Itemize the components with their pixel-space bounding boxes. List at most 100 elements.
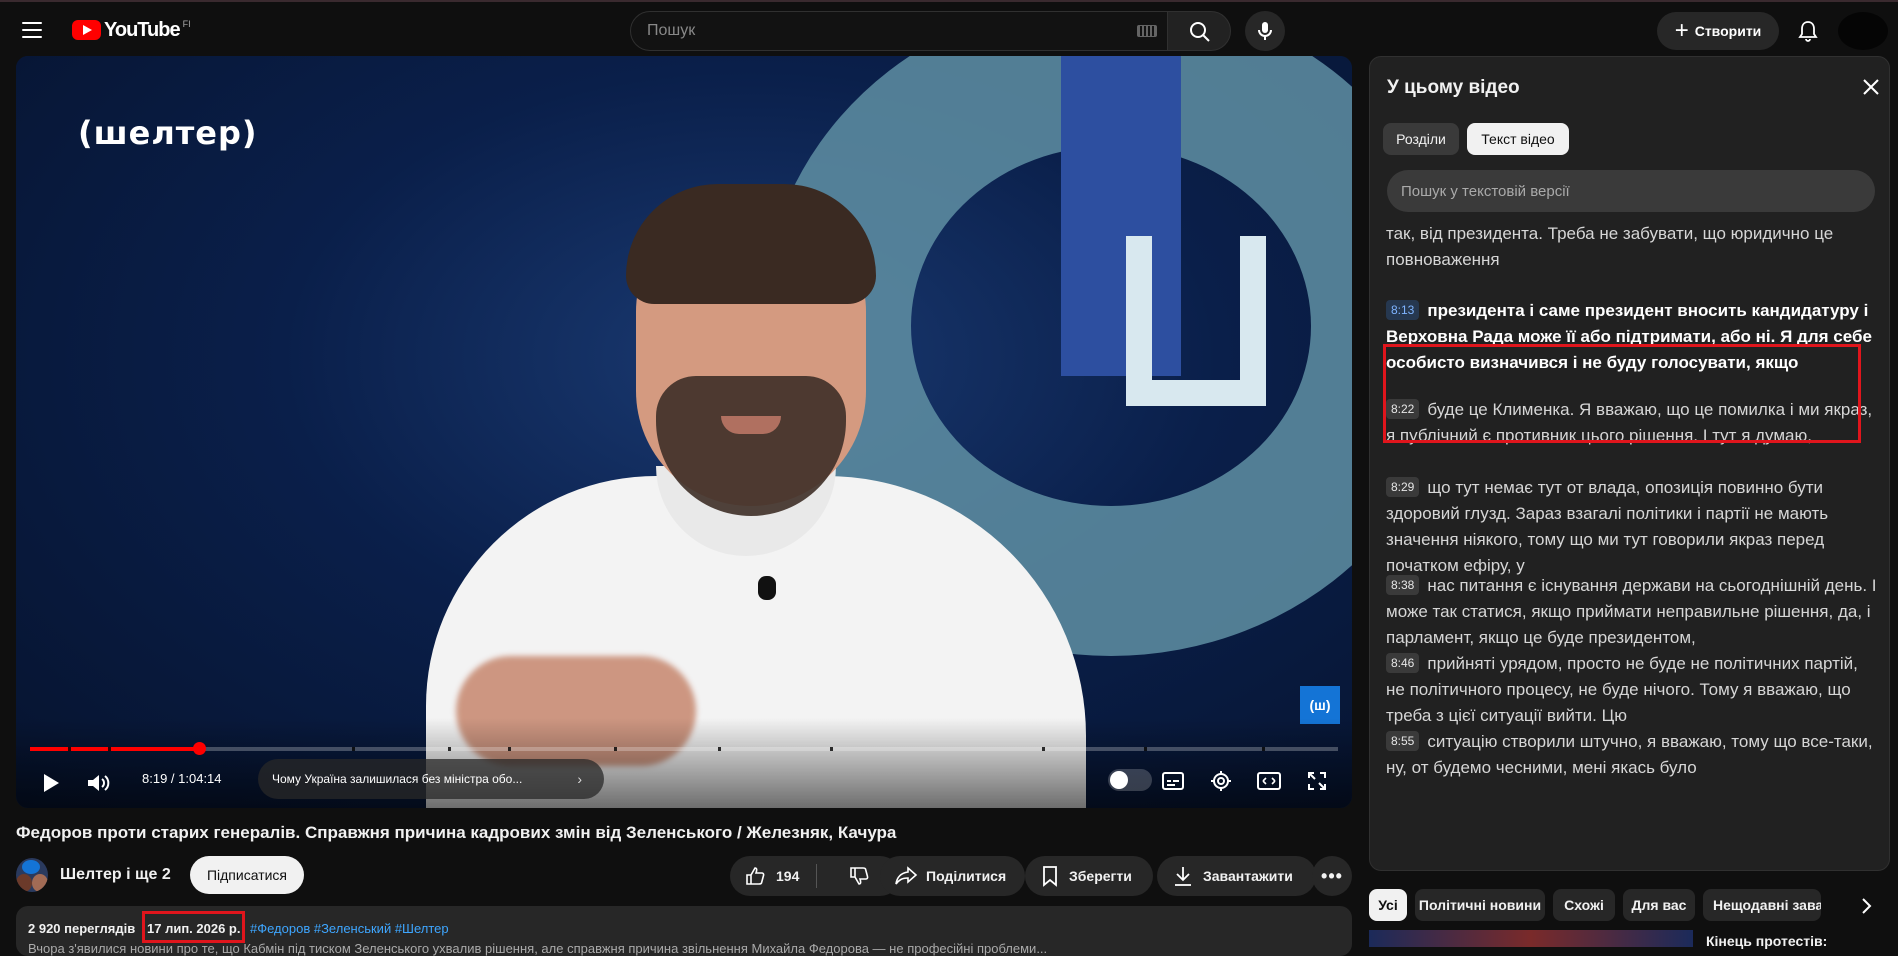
- youtube-play-icon: [72, 20, 101, 40]
- progress-played: [30, 747, 199, 751]
- description-text: Вчора з'явилися новини про те, що Кабмін…: [28, 941, 1048, 956]
- microphone-icon: [1258, 22, 1272, 40]
- fullscreen-button[interactable]: [1300, 766, 1334, 796]
- segment-text: прийняті урядом, просто не буде не політ…: [1386, 654, 1858, 725]
- speaker-hair: [626, 184, 876, 304]
- subscribe-button[interactable]: Підписатися: [190, 856, 304, 894]
- chapter-marker: [108, 747, 111, 751]
- view-count: 2 920 переглядів: [28, 921, 136, 936]
- transcript-segment[interactable]: 8:55 ситуацію створили штучно, я вважаю, …: [1386, 729, 1881, 781]
- region-label: FI: [182, 19, 191, 29]
- bell-icon: [1798, 21, 1818, 42]
- menu-icon[interactable]: [22, 22, 42, 38]
- like-count: 194: [776, 868, 800, 884]
- cut-line: [1402, 215, 1407, 219]
- chapter-title-button[interactable]: Чому Україна залишилася без міністра обо…: [258, 759, 604, 799]
- save-button[interactable]: Зберегти: [1025, 856, 1153, 896]
- keyboard-icon[interactable]: [1137, 25, 1157, 37]
- chapter-marker: [448, 747, 451, 751]
- volume-icon: [88, 775, 110, 791]
- channel-avatar[interactable]: [16, 858, 48, 892]
- transcript-segment-cut: [1386, 215, 1881, 219]
- play-button[interactable]: [36, 768, 66, 798]
- save-label: Зберегти: [1069, 868, 1132, 884]
- timestamp: 8:38: [1386, 575, 1420, 595]
- transcript-segment[interactable]: так, від президента. Треба не забувати, …: [1386, 221, 1881, 273]
- more-actions-button[interactable]: •••: [1312, 856, 1352, 896]
- chapter-marker: [830, 747, 833, 751]
- create-button[interactable]: + Створити: [1657, 12, 1779, 50]
- youtube-logo[interactable]: YouTube FI: [72, 19, 191, 41]
- avatar-part: [32, 874, 48, 892]
- voice-search-button[interactable]: [1245, 11, 1285, 51]
- subtitles-button[interactable]: [1156, 766, 1190, 796]
- filter-all[interactable]: Усі: [1369, 889, 1407, 921]
- studio-background-shape: [1126, 236, 1266, 406]
- thumbs-up-icon: [746, 867, 765, 885]
- download-icon: [1175, 867, 1191, 886]
- top-bar: YouTube FI + Створити: [0, 0, 1898, 56]
- thumbs-down-icon: [849, 867, 868, 885]
- chapter-title: Чому Україна залишилася без міністра обо…: [272, 772, 523, 786]
- filter-for-you[interactable]: Для вас: [1623, 889, 1695, 921]
- tab-chapters[interactable]: Розділи: [1383, 123, 1459, 155]
- panel-title: У цьому відео: [1387, 77, 1520, 98]
- transcript-segment[interactable]: 8:46 прийняті урядом, просто не буде не п…: [1386, 651, 1881, 729]
- search-input[interactable]: [647, 12, 1117, 50]
- chevron-right-icon: [1862, 898, 1872, 914]
- chevron-right-icon: ›: [577, 771, 582, 787]
- progress-scrubber[interactable]: [192, 742, 206, 755]
- tab-transcript[interactable]: Текст відео: [1467, 123, 1569, 155]
- speaker-mouth: [721, 416, 781, 434]
- timestamp: 8:13: [1386, 300, 1420, 320]
- filter-recently-uploaded[interactable]: Нещодавні заван: [1703, 889, 1821, 921]
- chapter-marker: [614, 747, 617, 751]
- download-button[interactable]: Завантажити: [1157, 856, 1316, 896]
- channel-name[interactable]: Шелтер і ще 2: [60, 866, 171, 884]
- close-button[interactable]: [1858, 74, 1884, 100]
- video-title: Федоров проти старих генералів. Справжня…: [16, 823, 897, 842]
- lapel-mic: [758, 576, 776, 600]
- controls-gradient: [16, 718, 1352, 808]
- logo-text: YouTube: [104, 18, 181, 41]
- play-icon: [44, 774, 59, 792]
- chips-next-button[interactable]: [1856, 896, 1876, 916]
- channel-watermark: (шелтер): [78, 114, 258, 152]
- chapter-marker: [1262, 747, 1265, 751]
- search-box: [630, 11, 1168, 51]
- transcript-segment[interactable]: 8:38 нас питання є існування держави на с…: [1386, 573, 1881, 651]
- settings-button[interactable]: [1204, 766, 1238, 796]
- recommendation-filters: Усі Політичні новини Схожі Для вас Нещод…: [1369, 889, 1890, 925]
- chapter-marker: [68, 747, 71, 751]
- avatar-part: [22, 860, 40, 874]
- bookmark-icon: [1043, 866, 1057, 887]
- volume-button[interactable]: [84, 768, 114, 798]
- avatar-part: [16, 874, 32, 892]
- transcript-search-input[interactable]: [1387, 170, 1875, 212]
- segment-text: нас питання є існування держави на сього…: [1386, 576, 1877, 647]
- like-button[interactable]: 194: [730, 856, 816, 896]
- filter-political-news[interactable]: Політичні новини: [1415, 889, 1545, 921]
- plus-icon: +: [1674, 17, 1689, 44]
- gear-icon: [1211, 771, 1231, 791]
- segment-text: так, від президента. Треба не забувати, …: [1386, 224, 1834, 269]
- search-button[interactable]: [1167, 11, 1231, 51]
- theater-mode-button[interactable]: [1252, 766, 1286, 796]
- hashtags[interactable]: #Федоров #Зеленський #Шелтер: [250, 921, 449, 936]
- filter-similar[interactable]: Схожі: [1553, 889, 1615, 921]
- progress-bar[interactable]: [30, 742, 1338, 755]
- chapter-marker: [718, 747, 721, 751]
- transcript-segment[interactable]: 8:29 що тут немає тут от влада, опозиція …: [1386, 475, 1881, 579]
- share-button[interactable]: Поділитися: [880, 856, 1025, 896]
- timestamp: 8:46: [1386, 653, 1420, 673]
- video-player[interactable]: (шелтер) (ш) 8:19 / 1:04:14 Чому Україна…: [16, 56, 1352, 808]
- notifications-button[interactable]: [1792, 15, 1824, 47]
- account-avatar[interactable]: [1838, 12, 1888, 50]
- like-dislike-group: 194: [730, 856, 900, 896]
- create-label: Створити: [1694, 23, 1762, 39]
- autoplay-toggle[interactable]: [1108, 769, 1152, 791]
- theater-icon: [1257, 772, 1281, 790]
- recommendation-thumbnail[interactable]: [1369, 930, 1693, 947]
- segment-text: ситуацію створили штучно, я вважаю, тому…: [1386, 732, 1873, 777]
- transcript-list[interactable]: так, від президента. Треба не забувати, …: [1370, 215, 1889, 870]
